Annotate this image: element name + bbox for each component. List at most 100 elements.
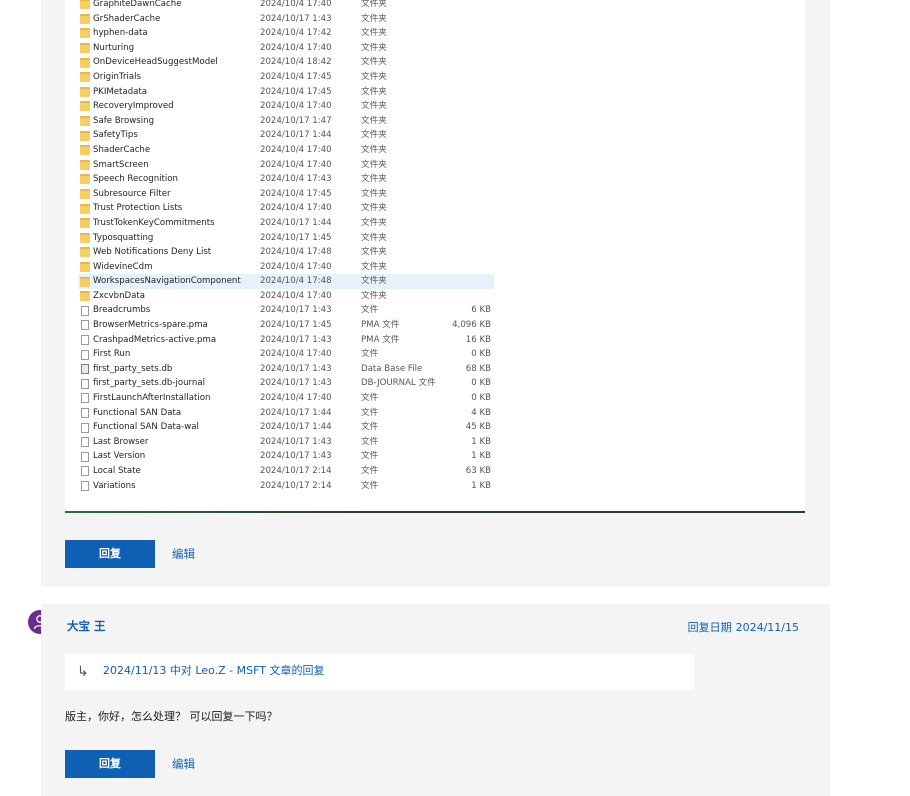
file-type: 文件夹 <box>361 247 387 258</box>
file-row[interactable]: GrShaderCache 2024/10/17 1:43 文件夹 <box>78 12 494 27</box>
file-type: 文件 <box>361 480 379 491</box>
file-row[interactable]: Variations 2024/10/17 2:14 文件 1 KB <box>78 479 494 494</box>
file-row[interactable]: Subresource Filter 2024/10/4 17:45 文件夹 <box>78 187 494 202</box>
file-row[interactable]: CrashpadMetrics-active.pma 2024/10/17 1:4… <box>78 333 494 348</box>
file-list: GraphiteDawnCache 2024/10/4 17:40 文件夹 GrSha… <box>78 0 494 493</box>
folder-icon <box>80 261 90 272</box>
file-modified-date: 2024/10/17 1:47 <box>260 115 332 126</box>
file-row[interactable]: Local State 2024/10/17 2:14 文件 63 KB <box>78 464 494 479</box>
file-modified-date: 2024/10/4 17:40 <box>260 144 332 155</box>
file-type: 文件夹 <box>361 57 387 68</box>
file-name: OriginTrials <box>93 71 142 82</box>
file-icon <box>81 393 89 404</box>
file-row[interactable]: Speech Recognition 2024/10/4 17:43 文件夹 <box>78 172 494 187</box>
file-row[interactable]: ShaderCache 2024/10/4 17:40 文件夹 <box>78 143 494 158</box>
file-row[interactable]: OriginTrials 2024/10/4 17:45 文件夹 <box>78 70 494 85</box>
file-modified-date: 2024/10/17 1:44 <box>260 130 332 141</box>
folder-icon <box>80 57 90 68</box>
folder-icon <box>80 86 90 97</box>
folder-icon <box>80 101 90 112</box>
file-name: hyphen-data <box>93 28 148 39</box>
file-size: 0 KB <box>471 378 491 389</box>
file-name: GraphiteDawnCache <box>93 0 182 9</box>
file-row[interactable]: SmartScreen 2024/10/4 17:40 文件夹 <box>78 158 494 173</box>
file-row[interactable]: RecoveryImproved 2024/10/4 17:40 文件夹 <box>78 99 494 114</box>
file-row[interactable]: OnDeviceHeadSuggestModel 2024/10/4 18:42 文… <box>78 55 494 70</box>
edit-link[interactable]: 编辑 <box>172 546 195 562</box>
file-name: FirstLaunchAfterInstallation <box>93 393 211 404</box>
file-type: 文件夹 <box>361 13 387 24</box>
file-row[interactable]: SafetyTips 2024/10/17 1:44 文件夹 <box>78 128 494 143</box>
folder-icon <box>80 247 90 258</box>
file-row[interactable]: Last Browser 2024/10/17 1:43 文件 1 KB <box>78 435 494 450</box>
file-type: 文件夹 <box>361 130 387 141</box>
file-size: 6 KB <box>471 305 491 316</box>
file-size: 1 KB <box>471 436 491 447</box>
file-size: 4 KB <box>471 407 491 418</box>
folder-icon <box>80 174 90 185</box>
file-row[interactable]: Trust Protection Lists 2024/10/4 17:40 文件夹 <box>78 201 494 216</box>
file-row[interactable]: ZxcvbnData 2024/10/4 17:40 文件夹 <box>78 289 494 304</box>
folder-icon <box>80 116 90 127</box>
file-row[interactable]: PKIMetadata 2024/10/4 17:45 文件夹 <box>78 85 494 100</box>
file-row[interactable]: TrustTokenKeyCommitments 2024/10/17 1:44 文… <box>78 216 494 231</box>
file-row[interactable]: Typosquatting 2024/10/17 1:45 文件夹 <box>78 231 494 246</box>
file-row[interactable]: First Run 2024/10/4 17:40 文件 0 KB <box>78 347 494 362</box>
file-row[interactable]: BrowserMetrics-spare.pma 2024/10/17 1:45 P… <box>78 318 494 333</box>
quoted-reply-link[interactable]: 2024/11/13 中对 Leo.Z - MSFT 文章的回复 <box>103 664 324 678</box>
file-modified-date: 2024/10/4 17:48 <box>260 247 332 258</box>
file-modified-date: 2024/10/4 17:45 <box>260 86 332 97</box>
file-size: 1 KB <box>471 451 491 462</box>
post-body: 版主，你好，怎么处理？ 可以回复一下吗？ <box>65 710 278 723</box>
file-row[interactable]: Breadcrumbs 2024/10/17 1:43 文件 6 KB <box>78 303 494 318</box>
folder-icon <box>80 218 90 229</box>
folder-icon <box>80 13 90 24</box>
file-modified-date: 2024/10/4 17:43 <box>260 174 332 185</box>
file-modified-date: 2024/10/17 1:43 <box>260 363 332 374</box>
file-row[interactable]: first_party_sets.db-journal 2024/10/17 1:… <box>78 376 494 391</box>
file-modified-date: 2024/10/17 2:14 <box>260 466 332 476</box>
file-type: 文件夹 <box>361 276 387 287</box>
file-name: Trust Protection Lists <box>93 203 183 214</box>
file-row[interactable]: Last Version 2024/10/17 1:43 文件 1 KB <box>78 449 494 464</box>
file-size: 4,096 KB <box>452 320 491 331</box>
file-type: 文件夹 <box>361 174 387 185</box>
file-row[interactable]: FirstLaunchAfterInstallation 2024/10/4 17… <box>78 391 494 406</box>
file-row[interactable]: Safe Browsing 2024/10/17 1:47 文件夹 <box>78 114 494 129</box>
file-icon <box>81 422 89 433</box>
file-type: 文件夹 <box>361 0 387 9</box>
file-type: 文件夹 <box>361 86 387 97</box>
file-type: 文件夹 <box>361 159 387 170</box>
post-card: GraphiteDawnCache 2024/10/4 17:40 文件夹 GrSha… <box>41 0 830 587</box>
file-name: First Run <box>93 349 131 360</box>
file-name: Variations <box>93 480 136 491</box>
file-row[interactable]: Nurturing 2024/10/4 17:40 文件夹 <box>78 41 494 56</box>
file-name: Last Browser <box>93 436 149 447</box>
file-modified-date: 2024/10/4 17:40 <box>260 349 332 360</box>
reply-button[interactable]: 回复 <box>65 750 155 778</box>
file-modified-date: 2024/10/17 1:43 <box>260 436 332 447</box>
file-modified-date: 2024/10/4 17:40 <box>260 203 332 214</box>
file-row[interactable]: WidevineCdm 2024/10/4 17:40 文件夹 <box>78 260 494 275</box>
reply-button[interactable]: 回复 <box>65 540 155 568</box>
file-type: DB-JOURNAL 文件 <box>361 378 436 389</box>
file-name: TrustTokenKeyCommitments <box>93 217 215 228</box>
file-row[interactable]: Functional SAN Data-wal 2024/10/17 1:44 文件… <box>78 420 494 435</box>
edit-link[interactable]: 编辑 <box>172 756 195 772</box>
file-modified-date: 2024/10/17 1:43 <box>260 305 332 316</box>
folder-icon <box>80 291 90 302</box>
file-row[interactable]: GraphiteDawnCache 2024/10/4 17:40 文件夹 <box>78 0 494 12</box>
file-type: 文件夹 <box>361 115 387 126</box>
author-name[interactable]: 大宝 王 <box>67 618 106 634</box>
file-name: WorkspacesNavigationComponent <box>93 276 241 287</box>
file-modified-date: 2024/10/17 2:14 <box>260 480 332 491</box>
file-row[interactable]: WorkspacesNavigationComponent 2024/10/4 1… <box>78 274 494 289</box>
file-type: 文件夹 <box>361 42 387 53</box>
file-row[interactable]: Functional SAN Data 2024/10/17 1:44 文件 4 KB <box>78 406 494 421</box>
file-modified-date: 2024/10/4 17:48 <box>260 276 332 287</box>
file-row[interactable]: hyphen-data 2024/10/4 17:42 文件夹 <box>78 26 494 41</box>
file-name: WidevineCdm <box>93 261 153 272</box>
folder-icon <box>80 145 90 156</box>
file-row[interactable]: first_party_sets.db 2024/10/17 1:43 Data B… <box>78 362 494 377</box>
file-row[interactable]: Web Notifications Deny List 2024/10/4 17:… <box>78 245 494 260</box>
